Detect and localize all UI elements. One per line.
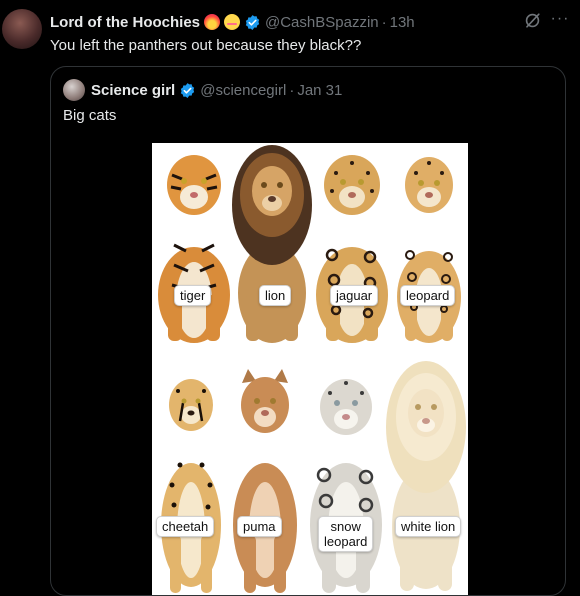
label-tiger: tiger — [174, 285, 212, 306]
label-jaguar: jaguar — [330, 285, 379, 306]
label-puma: puma — [237, 516, 282, 537]
label-cheetah: cheetah — [156, 516, 215, 537]
jaguar-image — [312, 145, 392, 345]
quoted-tweet-card[interactable]: Science girl @sciencegirl · Jan 31 Big c… — [50, 66, 566, 596]
puma-image — [228, 365, 302, 595]
tweet-header: Lord of the Hoochies @CashBSpazzin · 13h — [50, 12, 415, 32]
author-handle[interactable]: @CashBSpazzin — [265, 14, 379, 31]
author-avatar[interactable] — [2, 9, 42, 49]
white-lion-image — [384, 357, 468, 595]
quoted-tweet-date[interactable]: Jan 31 — [297, 82, 342, 99]
lion-image — [230, 143, 314, 345]
grok-icon[interactable] — [523, 11, 542, 30]
verified-badge-icon[interactable] — [244, 14, 261, 31]
quoted-tweet-text: Big cats — [63, 107, 117, 124]
quoted-author-handle[interactable]: @sciencegirl — [200, 82, 286, 99]
snow-leopard-image — [304, 365, 388, 595]
label-white-lion: white lion — [395, 516, 462, 537]
label-lion: lion — [259, 285, 292, 306]
tweet-text: You left the panthers out because they b… — [50, 37, 362, 54]
label-snow-leopard: snow leopard — [318, 516, 374, 552]
label-leopard: leopard — [400, 285, 456, 306]
more-icon[interactable]: ··· — [550, 10, 570, 30]
quoted-author-avatar[interactable] — [63, 79, 85, 101]
author-name[interactable]: Lord of the Hoochies — [50, 14, 200, 31]
separator-dot: · — [289, 81, 295, 99]
separator-dot: · — [381, 13, 387, 31]
tweet-media-image[interactable]: tiger lion jaguar leopard cheetah puma s… — [152, 143, 468, 595]
tiger-image — [154, 145, 234, 345]
leopard-image — [390, 147, 468, 345]
cheetah-image — [156, 365, 226, 595]
fire-heart-emoji — [204, 14, 220, 30]
quoted-tweet-header: Science girl @sciencegirl · Jan 31 — [63, 79, 342, 101]
tweet-time[interactable]: 13h — [390, 14, 415, 31]
quoted-author-name[interactable]: Science girl — [91, 82, 175, 99]
smiling-blush-emoji — [224, 14, 240, 30]
verified-badge-icon[interactable] — [179, 82, 196, 99]
